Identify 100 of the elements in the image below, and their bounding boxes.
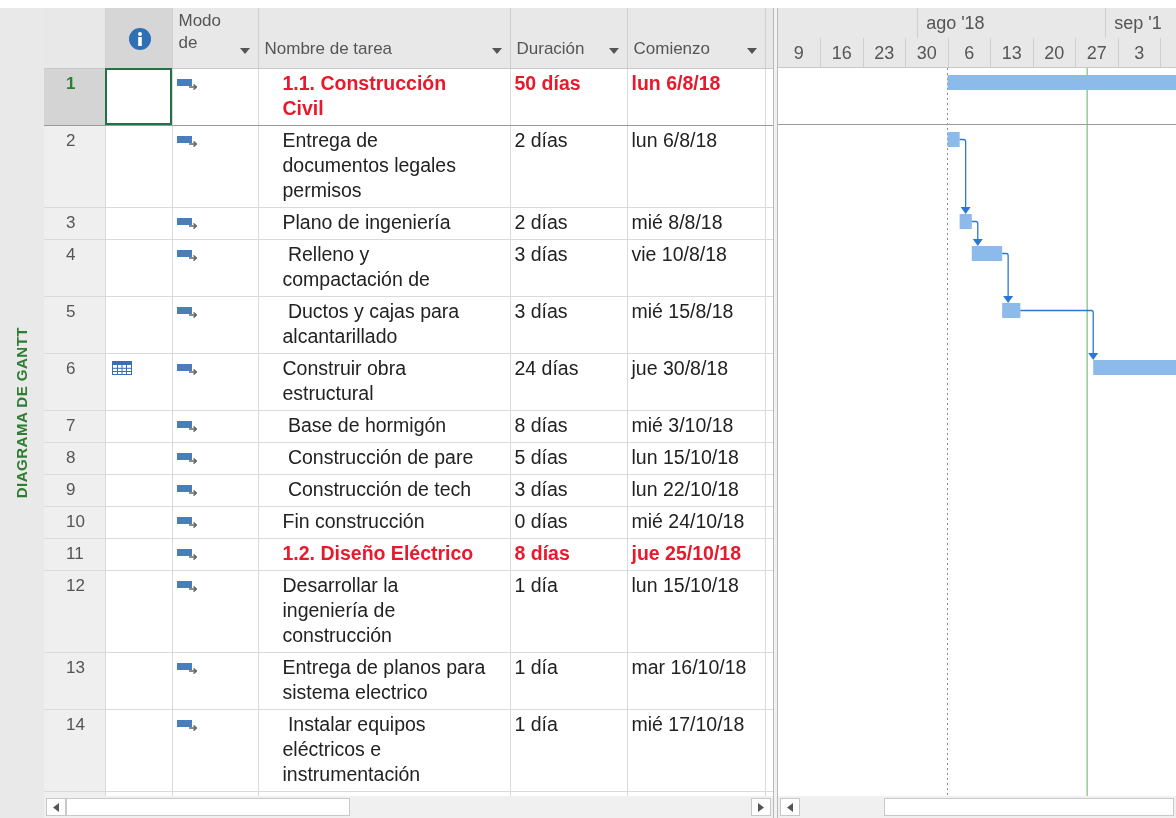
row-number[interactable]: 9 (44, 474, 105, 506)
column-header: Comienzo (633, 38, 711, 60)
scroll-left-button[interactable] (46, 798, 66, 816)
task-name: 1.1. Construcción Civil (282, 70, 447, 121)
task-duration: 3 días (514, 477, 568, 500)
task-mode-icon (176, 579, 197, 592)
row-number[interactable]: 13 (44, 652, 105, 709)
caret-icon[interactable] (491, 47, 502, 54)
task-start-date: vie 10/8/18 (631, 242, 727, 265)
week-label: 30 (916, 43, 937, 63)
task-start-date: mié 15/8/18 (631, 299, 734, 322)
scroll-left-button[interactable] (780, 798, 800, 816)
task-mode-icon (176, 362, 197, 375)
task-start-date: mié 8/8/18 (631, 210, 723, 233)
week-label: 16 (831, 43, 852, 63)
task-name: Construcción de tech (286, 476, 472, 502)
task-name: Construcción de pare (286, 444, 474, 470)
week-label: 6 (964, 43, 975, 63)
task-bar[interactable] (1002, 303, 1021, 318)
scroll-right-button[interactable] (751, 798, 771, 816)
scrollbar-thumb[interactable] (66, 798, 350, 816)
task-duration: 24 días (514, 356, 579, 379)
task-name: Construir obra estructural (282, 355, 407, 406)
week-label: 23 (874, 43, 895, 63)
row-number[interactable]: 1 (44, 68, 105, 125)
row-number[interactable]: 2 (44, 125, 105, 207)
task-name: Desarrollar la ingeniería de construcción (282, 572, 399, 648)
week-label: 13 (1001, 43, 1022, 63)
caret-icon[interactable] (746, 47, 757, 54)
month-label: sep '1 (1114, 13, 1162, 33)
task-mode-icon (176, 305, 197, 318)
column-header: Duración (516, 38, 585, 60)
task-start-date: lun 15/10/18 (631, 573, 739, 596)
task-mode-icon (176, 483, 197, 496)
task-mode-icon (176, 77, 197, 90)
task-name: Plano de ingeniería (282, 209, 451, 235)
task-duration: 8 días (514, 541, 570, 564)
scrollbar-thumb[interactable] (884, 798, 1174, 816)
week-label: 27 (1086, 43, 1107, 63)
row-number[interactable]: 3 (44, 207, 105, 239)
week-label: 3 (1134, 43, 1145, 63)
task-name: Ductos y cajas para alcantarillado (282, 298, 460, 349)
task-name: Instalar equipos eléctricos e instrumentación (282, 711, 426, 787)
view-label: DIAGRAMA DE GANTT (11, 327, 31, 499)
task-mode-icon (176, 419, 197, 432)
task-duration: 50 días (514, 71, 581, 94)
task-name: Entrega de documentos legales permisos (282, 127, 456, 203)
summary-bar[interactable] (947, 75, 1176, 90)
task-mode-icon (176, 451, 197, 464)
row-number[interactable]: 6 (44, 353, 105, 410)
task-duration: 0 días (514, 509, 568, 532)
task-start-date: lun 6/8/18 (631, 128, 718, 151)
task-bar[interactable] (959, 214, 972, 229)
task-bar[interactable] (971, 246, 1003, 261)
task-mode-icon (176, 216, 197, 229)
row-number[interactable]: 11 (44, 538, 105, 570)
row-number[interactable]: 14 (44, 709, 105, 791)
task-name: Entrega de planos para sistema electrico (282, 654, 486, 705)
triangle-left-icon (53, 802, 59, 812)
row-number[interactable]: 8 (44, 442, 105, 474)
column-header: Modo de (178, 10, 223, 54)
task-start-date: jue 30/8/18 (631, 356, 728, 379)
task-duration: 8 días (514, 413, 568, 436)
task-duration: 5 días (514, 445, 568, 468)
task-start-date: mié 17/10/18 (631, 712, 745, 735)
task-duration: 2 días (514, 128, 568, 151)
column-header: Nombre de tarea (264, 38, 393, 60)
task-start-date: lun 22/10/18 (631, 477, 739, 500)
week-label: 20 (1044, 43, 1065, 63)
task-name: 1.2. Diseño Eléctrico (282, 540, 474, 566)
row-number[interactable]: 12 (44, 570, 105, 652)
task-name: Relleno y compactación de (282, 241, 430, 292)
task-bar[interactable] (1093, 360, 1176, 375)
task-start-date: mié 24/10/18 (631, 509, 745, 532)
info-icon (128, 28, 151, 50)
task-duration: 2 días (514, 210, 568, 233)
row-number[interactable]: 10 (44, 506, 105, 538)
row-number[interactable]: 4 (44, 239, 105, 296)
task-bar[interactable] (947, 132, 960, 147)
caret-icon[interactable] (608, 47, 619, 54)
task-name: Base de hormigón (286, 412, 447, 438)
row-number[interactable]: 7 (44, 410, 105, 442)
task-duration: 1 día (514, 712, 558, 735)
month-label: ago '18 (926, 13, 985, 33)
caret-icon[interactable] (239, 47, 250, 54)
task-start-date: mar 16/10/18 (631, 655, 747, 678)
triangle-right-icon (758, 802, 764, 812)
task-mode-icon (176, 661, 197, 674)
row-number[interactable]: 5 (44, 296, 105, 353)
task-mode-icon (176, 134, 197, 147)
task-mode-icon (176, 515, 197, 528)
week-label: 9 (793, 43, 804, 63)
task-duration: 3 días (514, 299, 568, 322)
task-duration: 1 día (514, 655, 558, 678)
task-start-date: lun 6/8/18 (631, 71, 721, 94)
task-duration: 1 día (514, 573, 558, 596)
task-start-date: jue 25/10/18 (631, 541, 741, 564)
task-mode-icon (176, 547, 197, 560)
task-name: Fin construcción (282, 508, 425, 534)
task-duration: 3 días (514, 242, 568, 265)
